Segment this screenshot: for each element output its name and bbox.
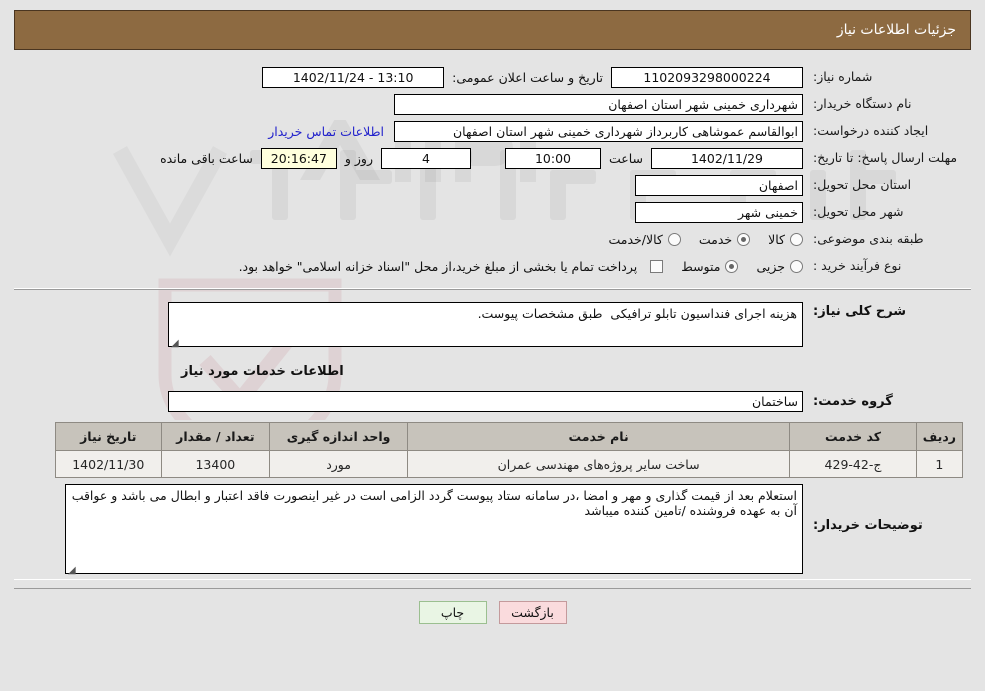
treasury-note-label: پرداخت تمام یا بخشی از مبلغ خرید،از محل …	[238, 258, 638, 274]
process-radio-medium-label: متوسط	[681, 258, 721, 274]
days-label: روز و	[344, 150, 373, 166]
public-announce-label: تاریخ و ساعت اعلان عمومی:	[452, 69, 603, 85]
radio-circle-icon	[790, 232, 803, 246]
deadline-date-input[interactable]	[651, 147, 803, 169]
category-radio-service-label: خدمت	[698, 231, 733, 247]
col-name: نام خدمت	[406, 422, 791, 451]
need-number-input[interactable]	[611, 66, 803, 88]
row-category: طبقه بندی موضوعی: کالا خدمت کالا/خدمت	[14, 228, 971, 250]
countdown-timer: 20:16:47	[260, 147, 337, 169]
deadline-label: مهلت ارسال پاسخ: تا تاریخ:	[813, 149, 958, 165]
page-root: جزئیات اطلاعات نیاز شماره نیاز: تاریخ و …	[0, 0, 985, 624]
buyer-org-label: نام دستگاه خریدار:	[813, 96, 912, 112]
row-province: استان محل تحویل:	[14, 174, 971, 196]
need-info-panel: شماره نیاز: تاریخ و ساعت اعلان عمومی: نا…	[14, 58, 971, 289]
category-radio-goods-service-label: کالا/خدمت	[608, 231, 663, 247]
cell-code: ج-42-429	[789, 450, 917, 478]
cell-need-date: 1402/11/30	[55, 450, 162, 478]
table-row: 1 ج-42-429 ساخت سایر پروژه‌های مهندسی عم…	[55, 450, 964, 478]
radio-circle-icon	[667, 232, 681, 246]
province-input[interactable]	[635, 174, 803, 196]
row-general-desc: شرح کلی نیاز: ◢	[14, 302, 971, 350]
need-number-label: شماره نیاز:	[813, 69, 873, 85]
print-button[interactable]: چاپ	[418, 601, 487, 624]
category-radio-goods-service[interactable]: کالا/خدمت	[608, 231, 681, 247]
cell-index: 1	[915, 450, 964, 478]
process-radio-minor[interactable]: جزیی	[756, 259, 803, 274]
col-unit: واحد اندازه گیری	[269, 422, 408, 451]
city-input[interactable]	[635, 201, 803, 223]
remaining-days-input[interactable]	[380, 147, 471, 169]
buyer-notes-textarea[interactable]	[65, 484, 803, 574]
page-title-bar: جزئیات اطلاعات نیاز	[14, 10, 971, 50]
requester-label: ایجاد کننده درخواست:	[813, 123, 929, 139]
category-radio-group: کالا خدمت کالا/خدمت	[590, 232, 803, 247]
row-service-group: گروه خدمت:	[14, 391, 971, 412]
category-radio-service[interactable]: خدمت	[698, 231, 751, 247]
radio-circle-selected-icon	[737, 232, 751, 246]
cell-quantity: 13400	[160, 450, 271, 478]
row-requester: ایجاد کننده درخواست: اطلاعات تماس خریدار	[14, 120, 971, 142]
row-need-number: شماره نیاز: تاریخ و ساعت اعلان عمومی:	[14, 66, 971, 88]
requester-input[interactable]	[394, 120, 803, 142]
services-section-title: اطلاعات خدمات مورد نیاز	[181, 364, 344, 379]
services-table: ردیف کد خدمت نام خدمت واحد اندازه گیری ت…	[55, 422, 964, 478]
col-code: کد خدمت	[789, 422, 917, 451]
row-buyer-org: نام دستگاه خریدار:	[14, 93, 971, 115]
service-group-label: گروه خدمت:	[813, 394, 893, 409]
buyer-contact-link[interactable]: اطلاعات تماس خریدار	[258, 124, 394, 139]
cell-name: ساخت سایر پروژه‌های مهندسی عمران	[406, 450, 791, 478]
page-title: جزئیات اطلاعات نیاز	[836, 22, 956, 38]
city-label: شهر محل تحویل:	[813, 204, 904, 220]
category-label: طبقه بندی موضوعی:	[813, 231, 924, 247]
cell-unit: مورد	[269, 450, 408, 478]
radio-circle-selected-icon	[725, 259, 739, 273]
row-city: شهر محل تحویل:	[14, 201, 971, 223]
row-buyer-notes: توضیحات خریدار: ◢	[14, 484, 971, 577]
col-need-date: تاریخ نیاز	[55, 422, 162, 451]
radio-circle-icon	[790, 259, 803, 273]
province-label: استان محل تحویل:	[813, 177, 912, 193]
row-process: نوع فرآیند خرید : جزیی متوسط پرداخت تمام…	[14, 255, 971, 277]
general-desc-textarea[interactable]	[168, 302, 803, 347]
col-index: ردیف	[915, 422, 964, 451]
col-quantity: تعداد / مقدار	[160, 422, 271, 451]
deadline-hour-input[interactable]	[504, 147, 601, 169]
row-deadline: مهلت ارسال پاسخ: تا تاریخ: ساعت روز و 20…	[14, 147, 971, 169]
process-radio-group: جزیی متوسط	[663, 259, 803, 274]
public-announce-input[interactable]	[262, 66, 445, 88]
treasury-checkbox-wrap[interactable]: پرداخت تمام یا بخشی از مبلغ خرید،از محل …	[239, 259, 664, 274]
process-label: نوع فرآیند خرید :	[813, 258, 902, 274]
remaining-hours-label: ساعت باقی مانده	[160, 150, 253, 166]
checkbox-icon	[650, 259, 664, 273]
process-radio-medium[interactable]: متوسط	[681, 258, 739, 274]
process-radio-minor-label: جزیی	[756, 258, 785, 274]
hour-label: ساعت	[608, 150, 643, 166]
general-desc-label: شرح کلی نیاز:	[813, 304, 907, 319]
buyer-org-input[interactable]	[394, 93, 803, 115]
category-radio-goods-label: کالا	[768, 231, 785, 247]
need-details-panel: شرح کلی نیاز: ◢ اطلاعات خدمات مورد نیاز …	[14, 289, 971, 580]
service-group-input[interactable]	[168, 391, 803, 412]
category-radio-goods[interactable]: کالا	[768, 232, 803, 247]
table-header-row: ردیف کد خدمت نام خدمت واحد اندازه گیری ت…	[55, 422, 964, 451]
back-button[interactable]: بازگشت	[498, 601, 567, 624]
footer-actions: بازگشت چاپ	[14, 588, 971, 624]
buyer-notes-label: توضیحات خریدار:	[813, 518, 923, 533]
